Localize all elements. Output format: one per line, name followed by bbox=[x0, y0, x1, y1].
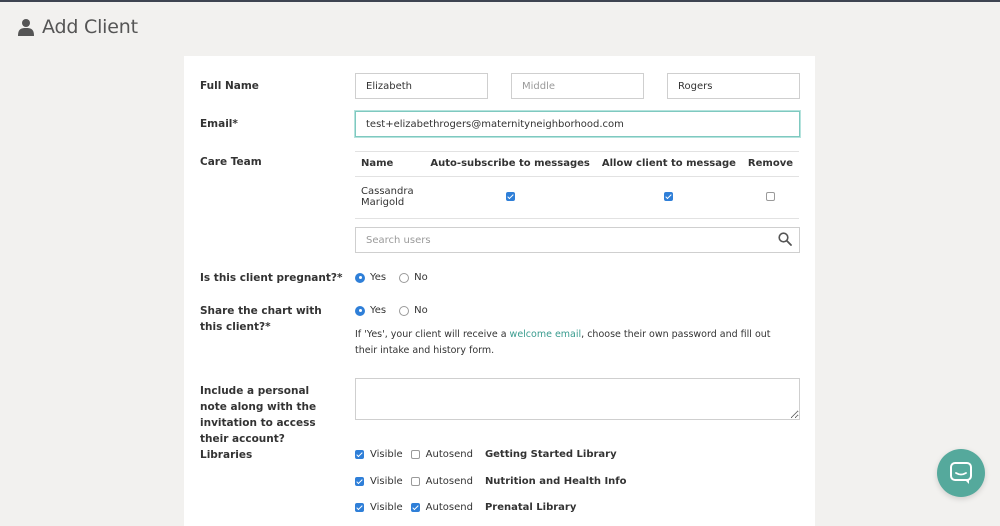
column-header-remove: Remove bbox=[741, 151, 799, 177]
email-label: Email* bbox=[200, 118, 238, 130]
chat-icon bbox=[950, 462, 972, 484]
pregnant-no-label: No bbox=[414, 272, 428, 283]
remove-member-checkbox[interactable] bbox=[765, 192, 775, 201]
last-name-input[interactable] bbox=[667, 73, 800, 99]
library-name: Nutrition and Health Info bbox=[484, 476, 627, 487]
care-team-label: Care Team bbox=[200, 156, 262, 168]
care-team-table: Name Auto-subscribe to messages Allow cl… bbox=[355, 151, 799, 219]
pregnant-yes-radio[interactable] bbox=[355, 272, 365, 283]
autosend-label: Autosend bbox=[425, 449, 473, 460]
search-users bbox=[355, 227, 800, 253]
library-name: Getting Started Library bbox=[484, 449, 617, 460]
table-row: Cassandra Marigold bbox=[355, 176, 799, 219]
library-autosend-checkbox[interactable] bbox=[410, 503, 420, 512]
library-row: Visible Autosend Getting Started Library bbox=[355, 449, 617, 460]
care-team-member-name: Cassandra Marigold bbox=[355, 176, 425, 219]
pregnant-no-radio[interactable] bbox=[399, 272, 410, 283]
share-chart-help-text: If 'Yes', your client will receive a wel… bbox=[355, 327, 795, 359]
pregnant-radio-group: Yes No bbox=[355, 272, 436, 283]
column-header-auto-subscribe: Auto-subscribe to messages bbox=[424, 151, 596, 177]
column-header-allow-message: Allow client to message bbox=[595, 151, 742, 177]
visible-label: Visible bbox=[370, 502, 403, 513]
user-icon bbox=[18, 19, 34, 36]
library-visible-checkbox[interactable] bbox=[355, 450, 364, 459]
share-chart-no-label: No bbox=[414, 305, 428, 316]
share-chart-radio-group: Yes No bbox=[355, 305, 436, 316]
autosend-label: Autosend bbox=[425, 476, 473, 487]
library-visible-checkbox[interactable] bbox=[355, 477, 364, 486]
add-client-form: Full Name Email* Care Team Name Auto-sub… bbox=[184, 56, 815, 526]
chat-launcher-button[interactable] bbox=[937, 449, 985, 497]
pregnant-yes-label: Yes bbox=[370, 272, 387, 283]
page-header: Add Client bbox=[18, 16, 138, 38]
personal-note-label: Include a personal note along with the i… bbox=[200, 385, 317, 445]
visible-label: Visible bbox=[370, 449, 403, 460]
email-input[interactable] bbox=[355, 111, 800, 137]
library-autosend-checkbox[interactable] bbox=[410, 477, 420, 486]
welcome-email-link[interactable]: welcome email bbox=[510, 329, 582, 340]
library-row: Visible Autosend Nutrition and Health In… bbox=[355, 476, 627, 487]
pregnant-label: Is this client pregnant?* bbox=[200, 272, 343, 284]
auto-subscribe-checkbox[interactable] bbox=[505, 192, 515, 201]
share-chart-label: Share the chart with this client?* bbox=[200, 305, 322, 333]
share-chart-no-radio[interactable] bbox=[399, 305, 410, 316]
personal-note-textarea[interactable] bbox=[355, 378, 800, 420]
library-visible-checkbox[interactable] bbox=[355, 503, 364, 512]
library-name: Prenatal Library bbox=[484, 502, 577, 513]
help-text-before: If 'Yes', your client will receive a bbox=[355, 329, 510, 340]
search-users-input[interactable] bbox=[355, 227, 800, 253]
page-title: Add Client bbox=[42, 16, 138, 38]
share-chart-yes-radio[interactable] bbox=[355, 305, 365, 316]
libraries-label: Libraries bbox=[200, 449, 253, 461]
share-chart-yes-label: Yes bbox=[370, 305, 387, 316]
search-icon[interactable] bbox=[778, 232, 792, 246]
middle-name-input[interactable] bbox=[511, 73, 644, 99]
full-name-label: Full Name bbox=[200, 80, 259, 92]
column-header-name: Name bbox=[355, 151, 425, 177]
library-row: Visible Autosend Prenatal Library bbox=[355, 502, 576, 513]
library-autosend-checkbox[interactable] bbox=[410, 450, 420, 459]
autosend-label: Autosend bbox=[425, 502, 473, 513]
allow-message-checkbox[interactable] bbox=[664, 192, 674, 201]
visible-label: Visible bbox=[370, 476, 403, 487]
first-name-input[interactable] bbox=[355, 73, 488, 99]
